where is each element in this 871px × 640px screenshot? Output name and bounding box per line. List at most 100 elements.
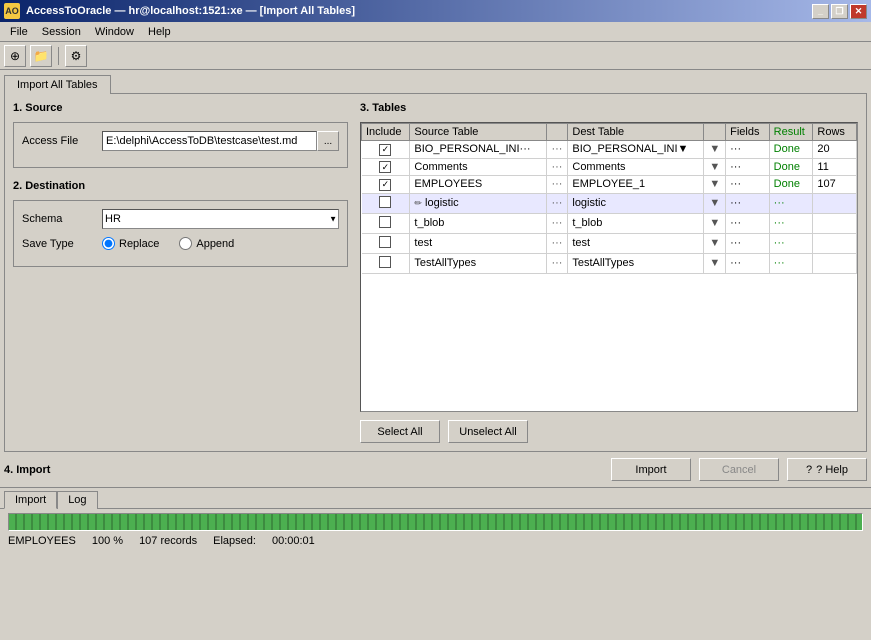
maximize-button[interactable]: ❐ bbox=[831, 4, 848, 19]
radio-append[interactable]: Append bbox=[179, 237, 234, 250]
table-action-buttons: Select All Unselect All bbox=[360, 420, 858, 443]
tab-log[interactable]: Log bbox=[57, 491, 97, 509]
radio-replace-label: Replace bbox=[119, 238, 159, 250]
result-cell-0: Done bbox=[769, 141, 813, 159]
tab-import-all-tables[interactable]: Import All Tables bbox=[4, 75, 111, 94]
radio-replace-input[interactable] bbox=[102, 237, 115, 250]
toolbar-btn-3[interactable]: ⚙ bbox=[65, 45, 87, 67]
source-cell-1: Comments bbox=[410, 158, 546, 176]
dest-cell-0: BIO_PERSONAL_INI▼ bbox=[568, 141, 704, 159]
checkbox-2[interactable]: ✓ bbox=[379, 179, 391, 191]
dest-cell-6: TestAllTypes bbox=[568, 253, 704, 273]
cancel-button[interactable]: Cancel bbox=[699, 458, 779, 481]
import-row: 4. Import Import Cancel ? ? Help bbox=[0, 452, 871, 487]
source-cell-5: test bbox=[410, 233, 546, 253]
fields-cell-3: ··· bbox=[726, 193, 770, 213]
checkbox-5[interactable] bbox=[379, 236, 391, 248]
dest-cell-1: Comments bbox=[568, 158, 704, 176]
left-panel: 1. Source Access File ... 2. Destination… bbox=[13, 102, 348, 443]
tables-list[interactable]: Include Source Table Dest Table Fields R… bbox=[360, 122, 858, 412]
fields-cell-1: ··· bbox=[726, 158, 770, 176]
fields-cell-4: ··· bbox=[726, 213, 770, 233]
import-button[interactable]: Import bbox=[611, 458, 691, 481]
source-cell-0: BIO_PERSONAL_INI··· bbox=[410, 141, 546, 159]
access-file-label: Access File bbox=[22, 135, 102, 147]
source-cell-3: ✏ logistic bbox=[410, 193, 546, 213]
arrow-4: ▼ bbox=[704, 213, 726, 233]
menu-help[interactable]: Help bbox=[142, 25, 177, 39]
table-row[interactable]: ✓ Comments ··· Comments ▼ ··· Done 11 bbox=[362, 158, 857, 176]
radio-append-input[interactable] bbox=[179, 237, 192, 250]
checkbox-4[interactable] bbox=[379, 216, 391, 228]
bottom-buttons: Import Cancel ? ? Help bbox=[611, 458, 867, 481]
radio-append-label: Append bbox=[196, 238, 234, 250]
window-title: AccessToOracle — hr@localhost:1521:xe — … bbox=[26, 5, 355, 17]
source-group: Access File ... bbox=[13, 122, 348, 168]
progress-elapsed-label: Elapsed: bbox=[213, 535, 256, 547]
rows-cell-1: 11 bbox=[813, 158, 857, 176]
dots1-2: ··· bbox=[546, 176, 568, 194]
result-cell-3: ··· bbox=[769, 193, 813, 213]
schema-select[interactable]: HR SYSTEM PUBLIC bbox=[102, 209, 339, 229]
dots1-0: ··· bbox=[546, 141, 568, 159]
toolbar-separator bbox=[58, 47, 59, 65]
bottom-tab-bar: Import Log bbox=[0, 487, 871, 508]
result-cell-6: ··· bbox=[769, 253, 813, 273]
fields-cell-6: ··· bbox=[726, 253, 770, 273]
progress-percent: 100 % bbox=[92, 535, 123, 547]
browse-button[interactable]: ... bbox=[317, 131, 339, 151]
dest-cell-5: test bbox=[568, 233, 704, 253]
tables-section-header: 3. Tables bbox=[360, 102, 858, 114]
arrow-6: ▼ bbox=[704, 253, 726, 273]
source-cell-2: EMPLOYEES bbox=[410, 176, 546, 194]
radio-replace[interactable]: Replace bbox=[102, 237, 159, 250]
unselect-all-button[interactable]: Unselect All bbox=[448, 420, 528, 443]
col-header-source: Source Table bbox=[410, 124, 546, 141]
dest-cell-2: EMPLOYEE_1 bbox=[568, 176, 704, 194]
fields-cell-0: ··· bbox=[726, 141, 770, 159]
dots1-6: ··· bbox=[546, 253, 568, 273]
progress-status: EMPLOYEES 100 % 107 records Elapsed: 00:… bbox=[8, 535, 863, 547]
progress-records: 107 records bbox=[139, 535, 197, 547]
table-row[interactable]: t_blob ··· t_blob ▼ ··· ··· bbox=[362, 213, 857, 233]
dots1-4: ··· bbox=[546, 213, 568, 233]
progress-table: EMPLOYEES bbox=[8, 535, 76, 547]
select-all-button[interactable]: Select All bbox=[360, 420, 440, 443]
dest-cell-4: t_blob bbox=[568, 213, 704, 233]
arrow-1: ▼ bbox=[704, 158, 726, 176]
access-file-input[interactable] bbox=[102, 131, 317, 151]
arrow-0: ▼ bbox=[704, 141, 726, 159]
toolbar-btn-2[interactable]: 📁 bbox=[30, 45, 52, 67]
checkbox-0[interactable]: ✓ bbox=[379, 144, 391, 156]
data-table: Include Source Table Dest Table Fields R… bbox=[361, 123, 857, 274]
right-panel: 3. Tables Include Source Table Dest Tabl… bbox=[360, 102, 858, 443]
progress-bar-outer bbox=[8, 513, 863, 531]
result-cell-1: Done bbox=[769, 158, 813, 176]
table-row[interactable]: ✏ logistic ··· logistic ▼ ··· ··· bbox=[362, 193, 857, 213]
source-cell-6: TestAllTypes bbox=[410, 253, 546, 273]
menu-session[interactable]: Session bbox=[36, 25, 87, 39]
menu-file[interactable]: File bbox=[4, 25, 34, 39]
minimize-button[interactable]: _ bbox=[812, 4, 829, 19]
tab-import[interactable]: Import bbox=[4, 491, 57, 509]
source-cell-4: t_blob bbox=[410, 213, 546, 233]
checkbox-3[interactable] bbox=[379, 196, 391, 208]
col-header-rows: Rows bbox=[813, 124, 857, 141]
checkbox-1[interactable]: ✓ bbox=[379, 161, 391, 173]
fields-cell-5: ··· bbox=[726, 233, 770, 253]
toolbar-btn-1[interactable]: ⊕ bbox=[4, 45, 26, 67]
toolbar: ⊕ 📁 ⚙ bbox=[0, 42, 871, 70]
table-row[interactable]: TestAllTypes ··· TestAllTypes ▼ ··· ··· bbox=[362, 253, 857, 273]
help-button[interactable]: ? ? Help bbox=[787, 458, 867, 481]
close-button[interactable]: ✕ bbox=[850, 4, 867, 19]
destination-section-header: 2. Destination bbox=[13, 180, 348, 192]
fields-cell-2: ··· bbox=[726, 176, 770, 194]
arrow-5: ▼ bbox=[704, 233, 726, 253]
menu-window[interactable]: Window bbox=[89, 25, 140, 39]
table-row[interactable]: ✓ BIO_PERSONAL_INI··· ··· BIO_PERSONAL_I… bbox=[362, 141, 857, 159]
table-row[interactable]: ✓ EMPLOYEES ··· EMPLOYEE_1 ▼ ··· Done 10… bbox=[362, 176, 857, 194]
table-row[interactable]: test ··· test ▼ ··· ··· bbox=[362, 233, 857, 253]
col-header-sep1 bbox=[546, 124, 568, 141]
checkbox-6[interactable] bbox=[379, 256, 391, 268]
main-content: 1. Source Access File ... 2. Destination… bbox=[4, 93, 867, 452]
